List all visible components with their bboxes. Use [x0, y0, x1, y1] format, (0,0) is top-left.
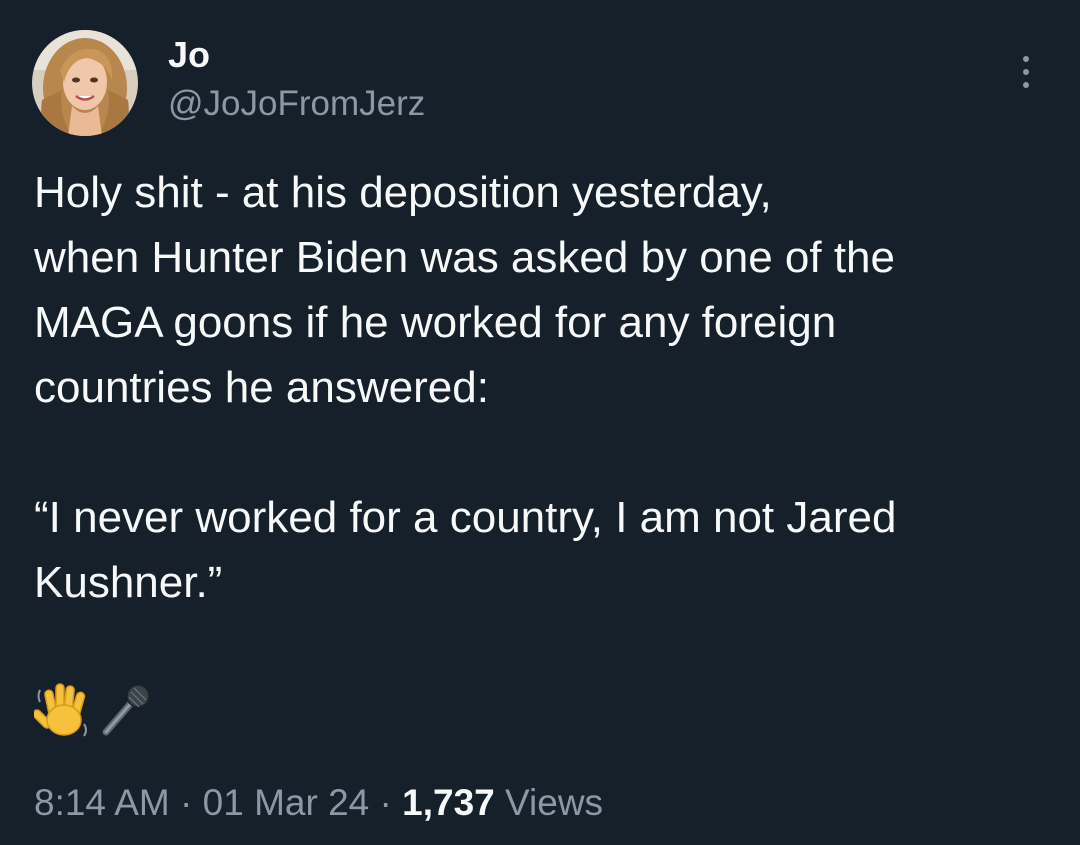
tweet-date[interactable]: 01 Mar 24	[203, 782, 370, 823]
meta-separator: ·	[379, 782, 392, 823]
waving-hand-icon	[34, 683, 87, 737]
views-label[interactable]: Views	[505, 782, 603, 823]
display-name[interactable]: Jo	[168, 33, 210, 77]
avatar-image	[32, 30, 138, 136]
more-dot-icon	[1023, 69, 1029, 75]
more-options-button[interactable]	[1006, 52, 1046, 92]
avatar[interactable]	[32, 30, 138, 136]
tweet-card: Jo @JoJoFromJerz Holy shit - at his depo…	[0, 0, 1080, 845]
tweet-meta: 8:14 AM · 01 Mar 24 · 1,737 Views	[34, 778, 603, 828]
meta-separator: ·	[180, 782, 193, 823]
more-dot-icon	[1023, 82, 1029, 88]
views-count[interactable]: 1,737	[402, 782, 495, 823]
microphone-icon	[102, 684, 150, 736]
tweet-time[interactable]: 8:14 AM	[34, 782, 170, 823]
tweet-text: Holy shit - at his deposition yesterday,…	[34, 168, 897, 607]
user-handle[interactable]: @JoJoFromJerz	[168, 82, 425, 126]
more-dot-icon	[1023, 56, 1029, 62]
tweet-emojis	[34, 680, 156, 740]
